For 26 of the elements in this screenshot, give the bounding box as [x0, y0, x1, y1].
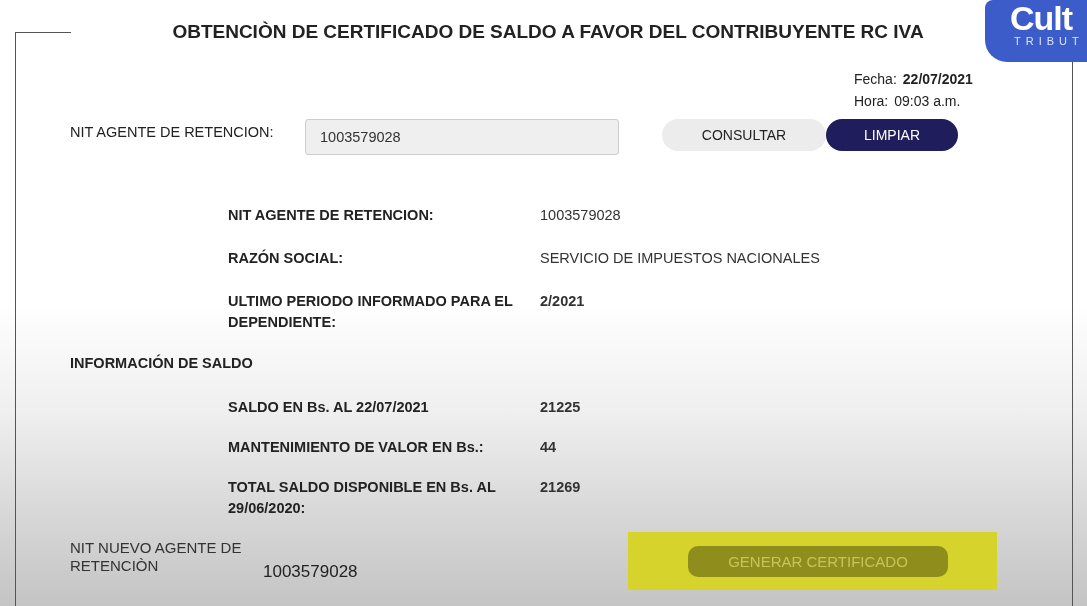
field-label: MANTENIMIENTO DE VALOR EN Bs.:	[228, 438, 484, 457]
new-agent-value: 1003579028	[263, 563, 358, 581]
new-agent-label: NIT NUEVO AGENTE DE RETENCIÒN	[70, 539, 243, 575]
field-label: SALDO EN Bs. AL 22/07/2021	[228, 398, 429, 417]
logo-subtitle: TRIBUT	[1014, 35, 1085, 47]
nit-input[interactable]: 1003579028	[305, 119, 619, 155]
time-label: Hora:	[854, 92, 889, 111]
field-value: 1003579028	[540, 206, 621, 225]
field-value: 21269	[540, 478, 581, 497]
field-value: 44	[540, 438, 557, 457]
field-value: 2/2021	[540, 292, 585, 311]
logo-text: Cult	[1010, 1, 1074, 35]
field-label: ULTIMO PERIODO INFORMADO PARA EL DEPENDIENTE:	[228, 292, 514, 332]
time-value: 09:03 a.m.	[894, 92, 961, 111]
field-label: RAZÓN SOCIAL:	[228, 248, 344, 268]
field-value: 21225	[540, 398, 581, 417]
clear-button[interactable]: LIMPIAR	[826, 119, 958, 151]
date-label: Fecha:	[854, 70, 897, 89]
section-heading: INFORMACIÓN DE SALDO	[70, 353, 253, 373]
page-title: OBTENCIÒN DE CERTIFICADO DE SALDO A FAVOR DEL CONTRIBUYENTE RC IVA	[172, 22, 924, 42]
query-button[interactable]: CONSULTAR	[662, 119, 826, 151]
field-label: NIT AGENTE DE RETENCION:	[228, 206, 434, 225]
date-value: 22/07/2021	[902, 70, 973, 89]
field-label: TOTAL SALDO DISPONIBLE EN Bs. AL 29/06/2020:	[228, 478, 497, 518]
nit-label: NIT AGENTE DE RETENCION:	[70, 123, 275, 141]
field-value: SERVICIO DE IMPUESTOS NACIONALES	[540, 249, 820, 268]
